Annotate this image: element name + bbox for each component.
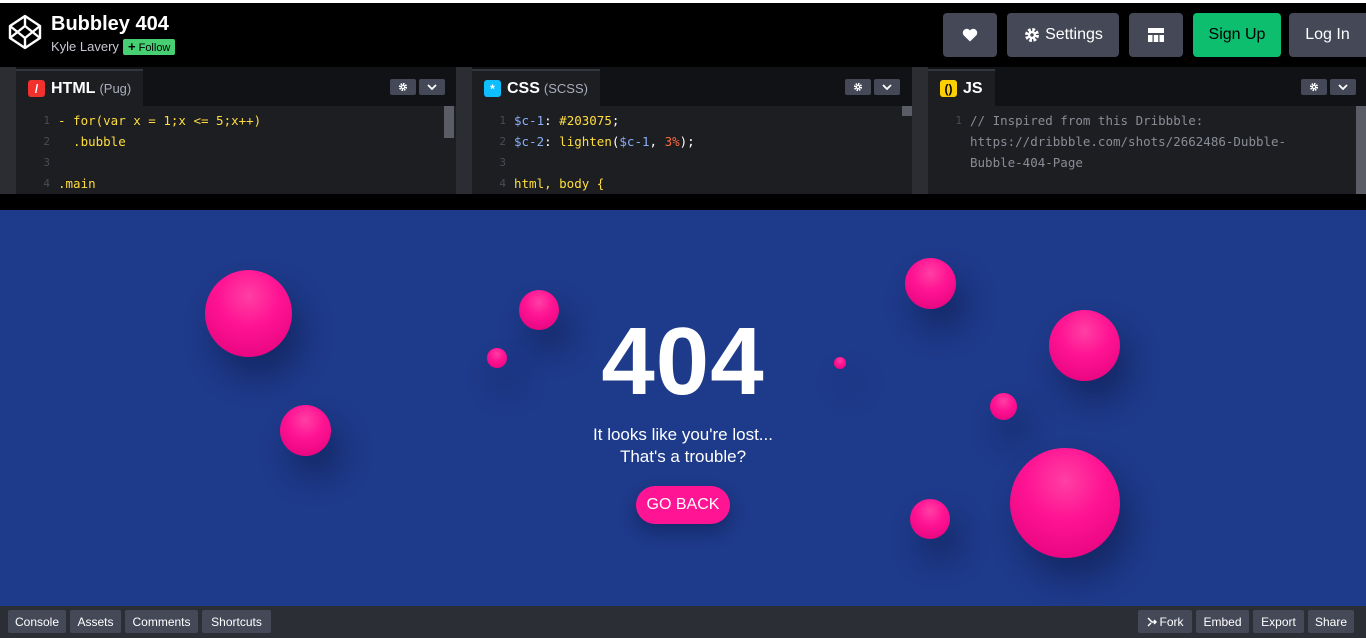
pane-gutter[interactable]	[912, 67, 928, 194]
gear-icon	[853, 82, 863, 92]
css-scrollbar[interactable]	[902, 106, 912, 116]
error-line-1: It looks like you're lost...	[593, 425, 773, 444]
js-tab-label: JS	[963, 79, 983, 97]
html-settings-button[interactable]	[390, 79, 416, 95]
settings-label: Settings	[1045, 26, 1103, 43]
comments-button[interactable]: Comments	[125, 610, 198, 633]
bubble	[834, 357, 846, 369]
html-tab-label: HTML	[51, 79, 96, 97]
bubble	[905, 258, 956, 309]
embed-button[interactable]: Embed	[1196, 610, 1249, 633]
gear-icon	[1025, 28, 1040, 42]
log-in-button[interactable]: Log In	[1289, 13, 1366, 57]
js-pane: () JS 1// Inspired from this Dribbble: h…	[928, 67, 1366, 194]
bubble	[280, 405, 331, 456]
assets-button[interactable]: Assets	[70, 610, 121, 633]
gear-icon	[1309, 82, 1319, 92]
error-line-2: That's a trouble?	[619, 447, 747, 466]
code-line: Bubble-404-Page	[970, 155, 1083, 170]
export-button[interactable]: Export	[1253, 610, 1304, 633]
error-code: 404	[601, 308, 765, 415]
html-collapse-button[interactable]	[419, 79, 445, 95]
error-message: It looks like you're lost... That's a tr…	[533, 424, 833, 468]
pane-gutter[interactable]	[456, 67, 472, 194]
html-preprocessor: (Pug)	[99, 81, 132, 96]
js-code[interactable]: 1// Inspired from this Dribbble: https:/…	[928, 106, 1366, 194]
css-code[interactable]: 1 $c-1: #203075; 2 $c-2: lighten($c-1, 3%)…	[472, 106, 912, 194]
go-back-button[interactable]: GO BACK	[636, 486, 730, 524]
js-icon: ()	[940, 80, 957, 97]
resize-divider[interactable]	[0, 194, 1366, 210]
code-line: https://dribbble.com/shots/2662486-Dubbl…	[970, 134, 1287, 149]
editor-area: / HTML (Pug) 1- for(var x = 1;x <= 5;x++…	[0, 67, 1366, 194]
heart-icon	[962, 28, 978, 42]
settings-button[interactable]: Settings	[1007, 13, 1119, 57]
gear-icon	[398, 82, 408, 92]
pen-author[interactable]: Kyle Lavery	[51, 39, 119, 54]
css-preprocessor: (SCSS)	[543, 81, 588, 96]
css-tab-label: CSS	[507, 79, 540, 97]
plus-icon: +	[128, 39, 136, 54]
fork-icon	[1146, 616, 1157, 627]
html-pane-header: / HTML (Pug)	[16, 67, 456, 106]
css-tab[interactable]: * CSS (SCSS)	[472, 69, 600, 106]
css-icon: *	[484, 80, 501, 97]
chevron-down-icon	[882, 84, 892, 90]
css-pane-header: * CSS (SCSS)	[472, 67, 912, 106]
fork-label: Fork	[1159, 614, 1184, 629]
bubble	[519, 290, 559, 330]
bubble	[1010, 448, 1120, 558]
html-icon: /	[28, 80, 45, 97]
js-tab[interactable]: () JS	[928, 69, 995, 106]
html-pane: / HTML (Pug) 1- for(var x = 1;x <= 5;x++…	[16, 67, 456, 194]
css-settings-button[interactable]	[845, 79, 871, 95]
bubble	[990, 393, 1017, 420]
js-scrollbar[interactable]	[1356, 106, 1366, 194]
layout-grid-icon	[1148, 28, 1164, 42]
bubble	[1049, 310, 1120, 381]
js-pane-header: () JS	[928, 67, 1366, 106]
chevron-down-icon	[1338, 84, 1348, 90]
heart-button[interactable]	[943, 13, 997, 57]
code-line: 1- for(var x = 1;x <= 5;x++)	[43, 113, 262, 128]
code-line: 1 $c-1: #203075;	[499, 113, 620, 128]
code-line: 3	[43, 156, 50, 169]
code-line: 1// Inspired from this Dribbble:	[955, 113, 1204, 128]
html-tab[interactable]: / HTML (Pug)	[16, 69, 144, 106]
html-scrollbar[interactable]	[444, 106, 454, 138]
bubble	[205, 270, 292, 357]
code-line: 3	[499, 156, 506, 169]
follow-button[interactable]: + Follow	[123, 39, 176, 55]
chevron-down-icon	[427, 84, 437, 90]
css-collapse-button[interactable]	[874, 79, 900, 95]
pen-title[interactable]: Bubbley 404	[51, 13, 169, 36]
bubble	[487, 348, 507, 368]
sign-up-button[interactable]: Sign Up	[1193, 13, 1281, 57]
share-button[interactable]: Share	[1308, 610, 1354, 633]
css-pane: * CSS (SCSS) 1 $c-1: #203075; 2 $c-2: ligh…	[472, 67, 912, 194]
code-line: 2 .bubble	[43, 134, 126, 149]
code-line: 2 $c-2: lighten($c-1, 3%);	[499, 134, 695, 149]
preview-frame: 404 It looks like you're lost... That's …	[0, 210, 1366, 606]
html-code[interactable]: 1- for(var x = 1;x <= 5;x++) 2 .bubble 3…	[16, 106, 456, 194]
codepen-logo-icon[interactable]	[7, 13, 43, 51]
code-line: 4 html, body {	[499, 176, 605, 191]
bubble	[910, 499, 950, 539]
layout-button[interactable]	[1129, 13, 1183, 57]
fork-button[interactable]: Fork	[1138, 610, 1192, 633]
header: Bubbley 404 Kyle Lavery + Follow Settings…	[0, 3, 1366, 67]
js-settings-button[interactable]	[1301, 79, 1327, 95]
console-button[interactable]: Console	[8, 610, 66, 633]
pane-gutter[interactable]	[0, 67, 16, 194]
code-line: 4 .main	[43, 176, 96, 191]
follow-label: Follow	[138, 42, 171, 54]
shortcuts-button[interactable]: Shortcuts	[202, 610, 271, 633]
footer-bar: Console Assets Comments Shortcuts Fork E…	[0, 606, 1366, 638]
js-collapse-button[interactable]	[1330, 79, 1356, 95]
